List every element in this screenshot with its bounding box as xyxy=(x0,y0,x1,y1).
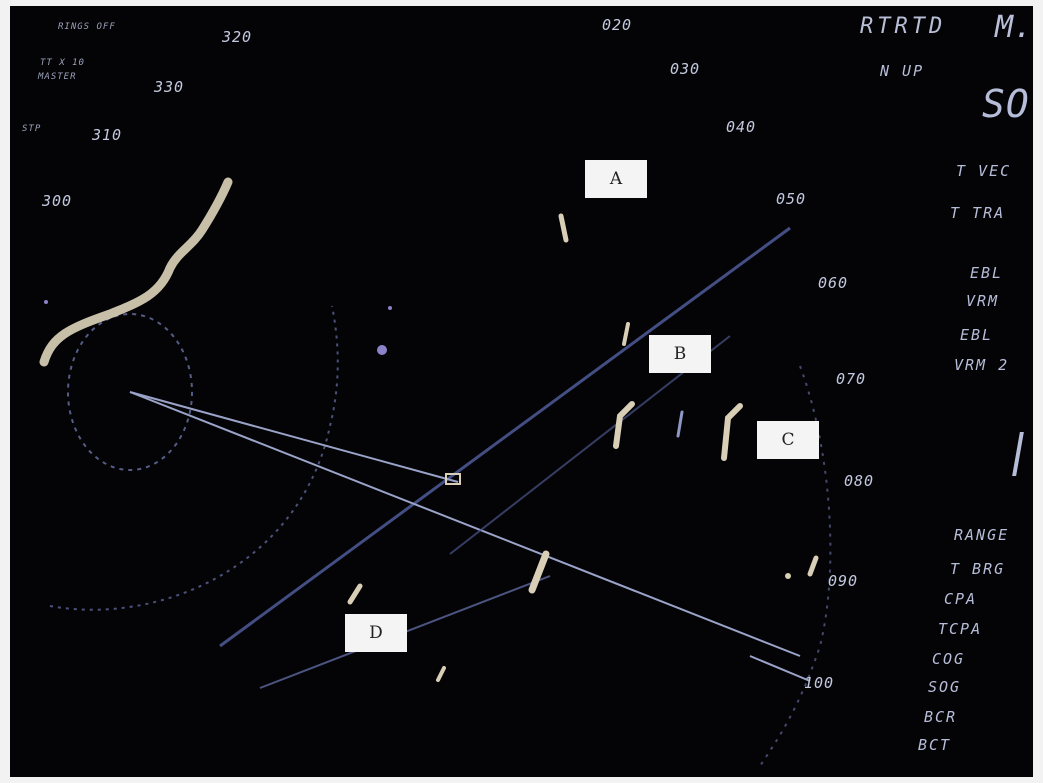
readout-t-brg: T BRG xyxy=(950,560,1006,578)
bearing-100: 100 xyxy=(804,674,835,692)
readout-cog: COG xyxy=(932,650,966,668)
menu-vrm-2[interactable]: VRM 2 xyxy=(954,356,1009,374)
readout-bcr: BCR xyxy=(924,708,958,726)
echo-small-2 xyxy=(436,666,446,682)
echo-small-1 xyxy=(347,583,363,605)
radar-screen[interactable]: RINGS OFF TT X 10 MASTER STP RTRTD M. N … xyxy=(10,6,1033,777)
readout-bct: BCT xyxy=(918,736,952,754)
range-scale-value: SO xyxy=(982,82,1030,126)
echo-target-d xyxy=(528,550,550,594)
mode-status-suffix: M. xyxy=(995,10,1033,45)
marker-c: C xyxy=(757,421,819,459)
bearing-020: 020 xyxy=(602,16,633,34)
echo-dot xyxy=(377,345,387,355)
heading-line xyxy=(219,226,791,648)
bearing-330: 330 xyxy=(154,78,185,96)
bearing-090: 090 xyxy=(828,572,859,590)
menu-ebl-2[interactable]: EBL xyxy=(960,326,993,344)
bearing-080: 080 xyxy=(844,472,875,490)
bearing-320: 320 xyxy=(222,28,253,46)
mode-status: RTRTD xyxy=(860,14,947,39)
orientation-status: N UP xyxy=(880,62,925,80)
marker-a: A xyxy=(585,160,647,198)
bearing-040: 040 xyxy=(726,118,757,136)
echo-target-a xyxy=(558,213,569,243)
echo-dot-4 xyxy=(785,573,791,579)
rings-status: RINGS OFF xyxy=(58,22,116,32)
menu-ebl-1[interactable]: EBL xyxy=(970,264,1003,282)
bearing-070: 070 xyxy=(836,370,867,388)
marker-b: B xyxy=(649,335,711,373)
bearing-310: 310 xyxy=(92,126,123,144)
stp-status: STP xyxy=(22,124,42,134)
echo-small-3 xyxy=(807,555,819,577)
ebl-line-1 xyxy=(129,391,801,657)
echo-target-c1 xyxy=(613,401,635,449)
bearing-060: 060 xyxy=(818,274,849,292)
ebl-line-2 xyxy=(129,391,459,483)
echo-target-c3 xyxy=(676,410,684,438)
menu-t-trail[interactable]: T TRA xyxy=(950,204,1005,222)
echo-target-c2 xyxy=(721,403,743,461)
radar-display[interactable] xyxy=(10,6,1033,777)
menu-vrm-1[interactable]: VRM xyxy=(966,292,999,310)
vector-100 xyxy=(749,655,811,682)
tt-status: TT X 10 xyxy=(40,58,85,68)
bearing-050: 050 xyxy=(776,190,807,208)
echo-target-b xyxy=(622,322,630,346)
bearing-030: 030 xyxy=(670,60,701,78)
echo-dot-2 xyxy=(388,306,392,310)
bearing-300: 300 xyxy=(42,192,73,210)
readout-cpa: CPA xyxy=(944,590,978,608)
readout-sog: SOG xyxy=(928,678,962,696)
master-status: MASTER xyxy=(38,72,77,82)
marker-d: D xyxy=(345,614,407,652)
readout-tcpa: TCPA xyxy=(938,620,983,638)
readout-range: RANGE xyxy=(954,526,1010,544)
echo-dot-3 xyxy=(44,300,48,304)
menu-t-vec[interactable]: T VEC xyxy=(956,162,1011,180)
